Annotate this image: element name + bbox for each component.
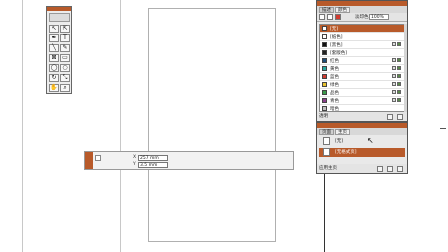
swatch-mode-icons (392, 58, 401, 62)
swatch-mode-icons (392, 66, 401, 70)
swatch-mode-icons (392, 42, 401, 46)
tab-master[interactable]: 主页 (335, 129, 350, 135)
swatch-label: 暗色 (330, 106, 339, 112)
swatch-label: 绿色 (330, 82, 339, 88)
toolbox-panel: ↖ ⇱ ✒ T ╲ ✎ ⊠ ▭ ◯ ○ ↻ ⤡ ✋ ⌕ (46, 6, 72, 94)
swatch-scrollbar[interactable] (404, 24, 407, 112)
type-tool-icon[interactable]: T (60, 34, 70, 42)
master-item-label: [无格式页] (335, 150, 357, 155)
direct-selection-tool-icon[interactable]: ⇱ (60, 25, 70, 33)
swatch-label: 蓝色 (330, 74, 339, 80)
control-panel: X 257 mm Y 3.5 mm (84, 151, 294, 170)
divider-line (324, 174, 325, 252)
swatch-chip (322, 26, 327, 31)
swatch-list: [无] [纸色] [黑色] [套版色] 红色 黄色 蓝色 绿色 品色 青色 暗色 (319, 24, 405, 112)
control-panel-grip[interactable] (85, 152, 93, 169)
swatches-panel-tabs: 描述 颜色 (317, 6, 407, 13)
swatch-mode-icons (392, 82, 401, 86)
rectangle-frame-tool-icon[interactable]: ⊠ (49, 54, 59, 62)
swatch-item[interactable]: [纸色] (320, 33, 404, 41)
scale-tool-icon[interactable]: ⤡ (60, 74, 70, 82)
guide-line (22, 0, 23, 252)
swatch-chip (322, 74, 327, 79)
swatch-chip (322, 50, 327, 55)
swatch-chip (322, 58, 327, 63)
swatch-mode-icons (392, 90, 401, 94)
master-item-label: [无] (335, 139, 344, 144)
swatch-label: 红色 (330, 58, 339, 64)
hand-tool-icon[interactable]: ✋ (49, 84, 59, 92)
page-thumbnail-icon (323, 137, 330, 145)
swatch-chip (322, 90, 327, 95)
swatch-label: 黄色 (330, 66, 339, 72)
selection-tool-icon[interactable]: ↖ (49, 25, 59, 33)
ellipse-tool-icon[interactable]: ○ (60, 64, 70, 72)
swatch-item[interactable]: 绿色 (320, 81, 404, 89)
pencil-icon[interactable] (327, 14, 333, 20)
fill-color-icon[interactable] (335, 14, 341, 20)
swatch-chip (322, 34, 327, 39)
ruler-mark (440, 128, 446, 129)
trash-icon[interactable] (397, 166, 403, 172)
trash-icon[interactable] (397, 114, 403, 120)
tint-input[interactable]: 100% (369, 14, 389, 20)
mouse-cursor-icon: ↖ (367, 136, 374, 145)
pages-panel-tabs: 页面 主页 (317, 128, 407, 135)
swatch-item[interactable]: [套版色] (320, 49, 404, 57)
swatch-chip (322, 82, 327, 87)
swatch-label: [无] (330, 26, 339, 32)
swatch-chip (322, 98, 327, 103)
toolbox-title-bar[interactable] (47, 7, 71, 11)
swatch-item[interactable]: 暗色 (320, 105, 404, 112)
footer-label: 应用主页 (319, 166, 337, 171)
pencil-tool-icon[interactable]: ✎ (60, 44, 70, 52)
swatches-footer: 透明 (317, 112, 407, 121)
swatch-item[interactable]: 品色 (320, 89, 404, 97)
swatch-chip (322, 66, 327, 71)
swatch-mode-icons (392, 74, 401, 78)
document-page[interactable] (148, 8, 276, 242)
master-item-none[interactable]: [无] (319, 137, 405, 146)
page-thumbnail-icon (323, 148, 330, 156)
footer-label: 透明 (319, 114, 328, 119)
swatch-item[interactable]: 红色 (320, 57, 404, 65)
reference-point-icon[interactable] (95, 155, 101, 161)
swatch-label: [黑色] (330, 42, 343, 48)
swatch-item[interactable]: [无] (320, 25, 404, 33)
y-label: Y (133, 162, 136, 167)
swatch-item[interactable]: [黑色] (320, 41, 404, 49)
swatch-item[interactable]: 蓝色 (320, 73, 404, 81)
swatch-chip (322, 42, 327, 47)
app-logo-icon (49, 13, 70, 22)
y-position-input[interactable]: 3.5 mm (138, 162, 168, 168)
tab-pages[interactable]: 页面 (319, 129, 334, 135)
swatch-label: 青色 (330, 98, 339, 104)
ellipse-frame-tool-icon[interactable]: ◯ (49, 64, 59, 72)
line-tool-icon[interactable]: ╲ (49, 44, 59, 52)
pages-footer: 应用主页 (317, 164, 407, 173)
rectangle-tool-icon[interactable]: ▭ (60, 54, 70, 62)
swatch-chip (322, 106, 327, 111)
swatch-label: [套版色] (330, 50, 348, 56)
zoom-tool-icon[interactable]: ⌕ (60, 84, 70, 92)
new-page-icon[interactable] (377, 166, 383, 172)
swatch-item[interactable]: 黄色 (320, 65, 404, 73)
fill-stroke-icon[interactable] (319, 14, 325, 20)
pages-panel: 页面 主页 [无] [无格式页] ↖ 应用主页 (316, 122, 408, 174)
swatches-panel: 描述 颜色 淡印色： 100% [无] [纸色] [黑色] [套版色] 红色 黄… (316, 0, 408, 122)
x-label: X (133, 155, 137, 160)
swatch-label: 品色 (330, 90, 339, 96)
rotate-tool-icon[interactable]: ↻ (49, 74, 59, 82)
pen-tool-icon[interactable]: ✒ (49, 34, 59, 42)
guide-line (120, 0, 121, 252)
master-item-blank[interactable]: [无格式页] (319, 148, 405, 157)
swatches-toolbar: 淡印色： 100% (317, 13, 407, 22)
duplicate-page-icon[interactable] (387, 166, 393, 172)
new-swatch-icon[interactable] (387, 114, 393, 120)
swatch-label: [纸色] (330, 34, 343, 40)
swatch-item[interactable]: 青色 (320, 97, 404, 105)
x-position-input[interactable]: 257 mm (138, 155, 168, 161)
swatch-mode-icons (392, 98, 401, 102)
